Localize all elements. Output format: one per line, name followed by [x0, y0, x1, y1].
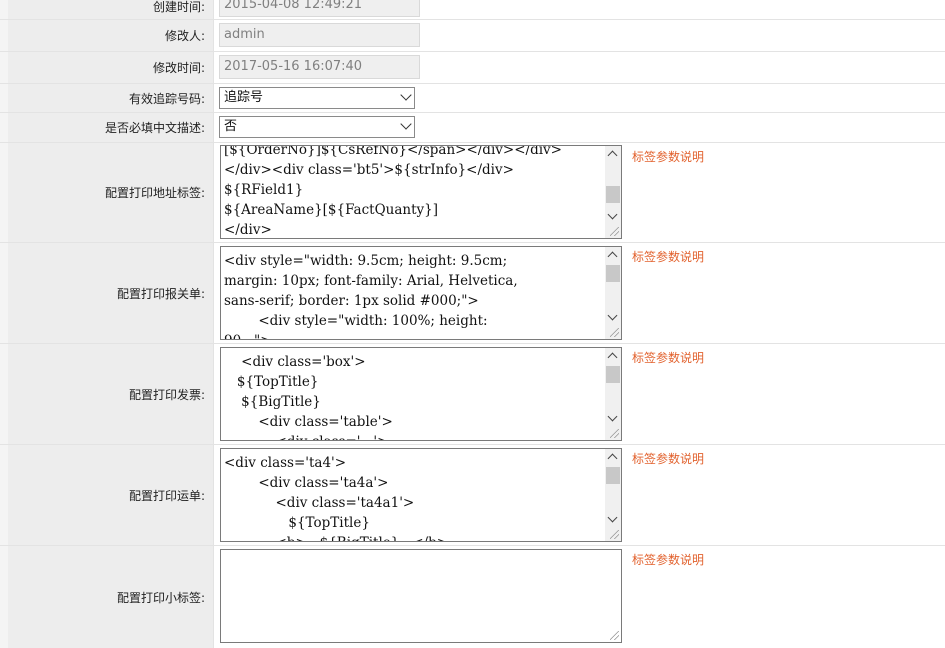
small-label-content	[221, 550, 621, 552]
row-invoice: 配置打印发票: <div class='box'> ${TopTitle} ${…	[0, 344, 945, 445]
created-time-label: 创建时间:	[8, 0, 213, 19]
row-strip	[0, 84, 8, 112]
chevron-down-icon	[400, 89, 412, 101]
row-strip	[0, 344, 8, 444]
scrollbar[interactable]	[605, 146, 621, 238]
row-address-label: 配置打印地址标签: [${OrderNo}]${CsRefNo}</span><…	[0, 143, 945, 243]
customs-form-cell: <div style="width: 9.5cm; height: 9.5cm;…	[213, 243, 945, 343]
modified-time-field: 2017-05-16 16:07:40	[219, 55, 420, 79]
tracking-number-selected: 追踪号	[224, 90, 264, 105]
scroll-thumb[interactable]	[606, 265, 620, 282]
row-strip	[0, 143, 8, 242]
scroll-down-icon[interactable]	[607, 209, 618, 220]
address-label-content: [${OrderNo}]${CsRefNo}</span></div></div…	[224, 145, 562, 238]
row-waybill: 配置打印运单: <div class='ta4'> <div class='ta…	[0, 445, 945, 546]
small-label-cell: 标签参数说明	[213, 546, 945, 648]
row-customs-form: 配置打印报关单: <div style="width: 9.5cm; heigh…	[0, 243, 945, 344]
modifier-label: 修改人:	[8, 20, 213, 51]
resize-grip-icon[interactable]	[610, 429, 619, 438]
tag-params-help-link[interactable]: 标签参数说明	[632, 248, 704, 265]
row-strip	[0, 113, 8, 142]
scrollbar[interactable]	[605, 247, 621, 339]
scroll-up-icon[interactable]	[607, 251, 618, 262]
modified-time-cell: 2017-05-16 16:07:40	[213, 52, 945, 83]
row-strip	[0, 0, 8, 19]
scroll-thumb[interactable]	[606, 467, 620, 484]
scroll-thumb[interactable]	[606, 186, 620, 203]
tracking-number-select[interactable]: 追踪号	[219, 87, 415, 109]
scrollbar[interactable]	[605, 449, 621, 541]
resize-grip-icon[interactable]	[610, 328, 619, 337]
tracking-number-cell: 追踪号	[213, 84, 945, 112]
scroll-thumb[interactable]	[606, 366, 620, 383]
chinese-desc-required-select[interactable]: 否	[219, 116, 415, 138]
scroll-down-icon[interactable]	[607, 310, 618, 321]
customs-form-textarea[interactable]: <div style="width: 9.5cm; height: 9.5cm;…	[220, 246, 622, 340]
scroll-down-icon[interactable]	[607, 512, 618, 523]
modifier-cell: admin	[213, 20, 945, 51]
created-time-field: 2015-04-08 12:49:21	[219, 0, 420, 17]
row-strip	[0, 20, 8, 51]
tag-params-help-link[interactable]: 标签参数说明	[632, 551, 704, 568]
customs-form-content: <div style="width: 9.5cm; height: 9.5cm;…	[224, 253, 518, 339]
invoice-label: 配置打印发票:	[8, 344, 213, 444]
row-strip	[0, 243, 8, 343]
row-strip	[0, 445, 8, 545]
address-label-label: 配置打印地址标签:	[8, 143, 213, 242]
invoice-cell: <div class='box'> ${TopTitle} ${BigTitle…	[213, 344, 945, 444]
scroll-up-icon[interactable]	[607, 352, 618, 363]
waybill-label: 配置打印运单:	[8, 445, 213, 545]
modified-time-label: 修改时间:	[8, 52, 213, 83]
modifier-field: admin	[219, 23, 420, 47]
tag-params-help-link[interactable]: 标签参数说明	[632, 349, 704, 366]
address-label-cell: [${OrderNo}]${CsRefNo}</span></div></div…	[213, 143, 945, 242]
scroll-up-icon[interactable]	[607, 150, 618, 161]
row-strip	[0, 52, 8, 83]
row-modified-time: 修改时间: 2017-05-16 16:07:40	[0, 52, 945, 84]
small-label-label: 配置打印小标签:	[8, 546, 213, 648]
resize-grip-icon[interactable]	[610, 631, 619, 640]
scroll-up-icon[interactable]	[607, 453, 618, 464]
scrollbar[interactable]	[605, 348, 621, 440]
small-label-textarea[interactable]	[220, 549, 622, 643]
tag-params-help-link[interactable]: 标签参数说明	[632, 148, 704, 165]
customs-form-label: 配置打印报关单:	[8, 243, 213, 343]
chinese-desc-required-label: 是否必填中文描述:	[8, 113, 213, 142]
row-small-label: 配置打印小标签: 标签参数说明	[0, 546, 945, 648]
resize-grip-icon[interactable]	[610, 530, 619, 539]
scroll-down-icon[interactable]	[607, 411, 618, 422]
chinese-desc-required-cell: 否	[213, 113, 945, 142]
waybill-textarea[interactable]: <div class='ta4'> <div class='ta4a'> <di…	[220, 448, 622, 542]
address-label-textarea[interactable]: [${OrderNo}]${CsRefNo}</span></div></div…	[220, 145, 622, 239]
row-tracking-number: 有效追踪号码: 追踪号	[0, 84, 945, 113]
invoice-textarea[interactable]: <div class='box'> ${TopTitle} ${BigTitle…	[220, 347, 622, 441]
created-time-cell: 2015-04-08 12:49:21	[213, 0, 945, 19]
chevron-down-icon	[400, 118, 412, 130]
invoice-content: <div class='box'> ${TopTitle} ${BigTitle…	[236, 354, 393, 440]
tracking-number-label: 有效追踪号码:	[8, 84, 213, 112]
tag-params-help-link[interactable]: 标签参数说明	[632, 450, 704, 467]
resize-grip-icon[interactable]	[610, 227, 619, 236]
row-chinese-desc-required: 是否必填中文描述: 否	[0, 113, 945, 143]
row-created-time: 创建时间: 2015-04-08 12:49:21	[0, 0, 945, 20]
row-modifier: 修改人: admin	[0, 20, 945, 52]
waybill-content: <div class='ta4'> <div class='ta4a'> <di…	[224, 455, 448, 541]
waybill-cell: <div class='ta4'> <div class='ta4a'> <di…	[213, 445, 945, 545]
row-strip	[0, 546, 8, 648]
chinese-desc-required-selected: 否	[224, 119, 238, 134]
